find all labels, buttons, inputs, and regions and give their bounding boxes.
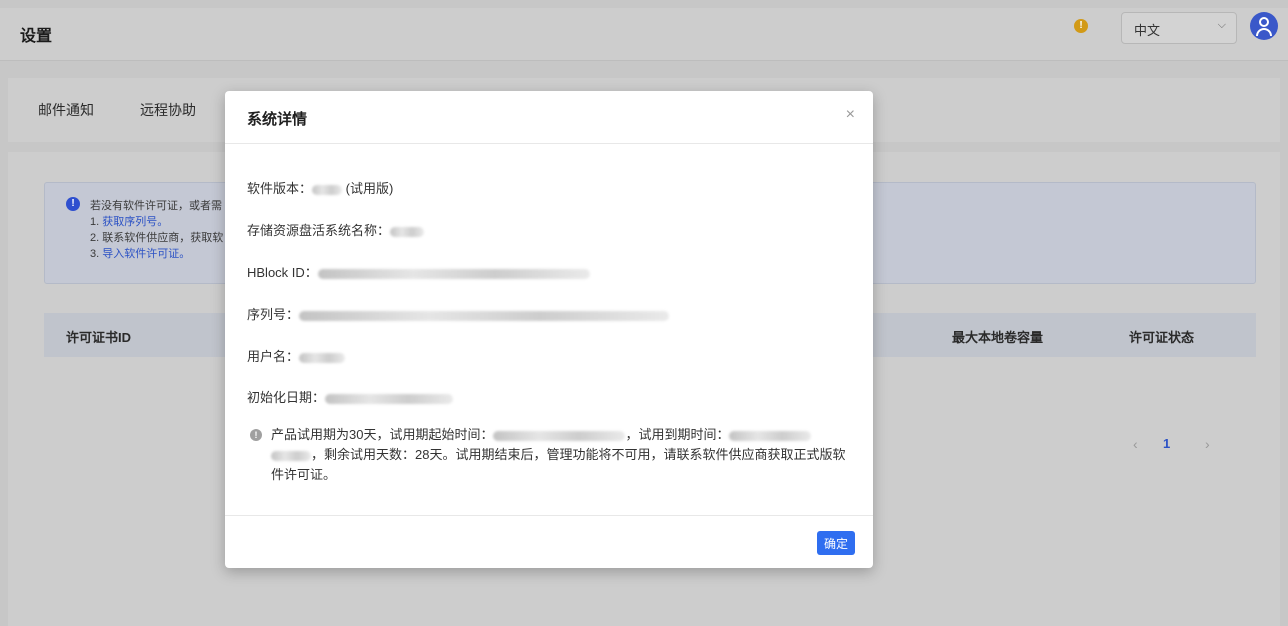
redacted-value [729,430,812,441]
pagination-next[interactable]: › [1205,436,1210,452]
notice-line-2: 1. 获取序列号。 [90,213,168,229]
warning-icon[interactable]: ! [1074,19,1088,33]
redacted-value [271,450,311,461]
redacted-value [325,393,454,404]
alert-icon: ! [66,197,80,211]
init-date-label: 初始化日期： [247,390,326,405]
info-icon: ! [250,429,262,441]
redacted-value [312,184,343,195]
redacted-value [299,352,346,363]
import-license-link[interactable]: 导入软件许可证。 [102,248,190,260]
software-version-row: 软件版本： (试用版) [247,178,393,197]
language-select[interactable]: 中文 ⌵ [1121,12,1237,44]
username-label: 用户名： [247,349,300,364]
dialog-footer: 确定 [225,515,873,569]
chevron-down-icon: ⌵ [1217,19,1226,31]
username-row: 用户名： [247,346,346,365]
redacted-value [299,310,670,321]
language-value: 中文 [1134,23,1161,38]
pagination-page-1[interactable]: 1 [1163,436,1170,451]
system-name-row: 存储资源盘活系统名称： [247,220,425,239]
system-name-label: 存储资源盘活系统名称： [247,223,391,238]
tab-email-notification[interactable]: 邮件通知 [38,100,94,120]
trial-info-part-3: ，剩余试用天数：28天。试用期结束后，管理功能将不可用，请联系软件供应商获取正式… [271,447,846,482]
dialog-title: 系统详情 [247,111,308,128]
top-bar: 设置 [0,8,1288,61]
redacted-value [390,226,425,237]
tab-remote-assistance[interactable]: 远程协助 [140,100,196,120]
page-title: 设置 [20,28,53,45]
software-version-label: 软件版本： [247,181,313,196]
notice-line-4-prefix: 3. [90,248,103,260]
column-license-status: 许可证状态 [1129,330,1195,345]
close-icon[interactable]: × [846,106,855,124]
trial-edition-tag: (试用版) [345,181,394,196]
init-date-row: 初始化日期： [247,387,454,406]
system-details-dialog: 系统详情 × 软件版本： (试用版) 存储资源盘活系统名称： HBlock ID… [225,91,873,568]
trial-info-text: 产品试用期为30天，试用期起始时间： ，试用到期时间： ，剩余试用天数：28天。试用… [271,425,851,485]
confirm-button[interactable]: 确定 [817,531,855,555]
serial-number-label: 序列号： [247,307,300,322]
avatar-head [1259,17,1269,27]
notice-line-3: 2. 联系软件供应商，获取软 [90,232,224,244]
user-avatar-icon[interactable] [1250,12,1278,40]
notice-line-1: 若没有软件许可证，或者需 [90,200,222,212]
redacted-value [493,430,626,441]
notice-line-2-prefix: 1. [90,216,103,228]
trial-info-part-2: ，试用到期时间： [625,427,730,442]
pagination-prev[interactable]: ‹ [1133,436,1138,452]
serial-number-row: 序列号： [247,304,670,323]
avatar-shoulder [1256,28,1272,36]
notice-line-4: 3. 导入软件许可证。 [90,245,190,261]
redacted-value [317,268,590,279]
column-max-local-volume: 最大本地卷容量 [952,330,1044,345]
hblock-id-label: HBlock ID： [247,265,318,280]
hblock-id-row: HBlock ID： [247,262,590,281]
trial-info-part-1: 产品试用期为30天，试用期起始时间： [271,427,494,442]
get-serial-link[interactable]: 获取序列号。 [102,216,168,228]
column-license-id: 许可证书ID [66,330,132,345]
dialog-header: 系统详情 × [225,91,873,144]
